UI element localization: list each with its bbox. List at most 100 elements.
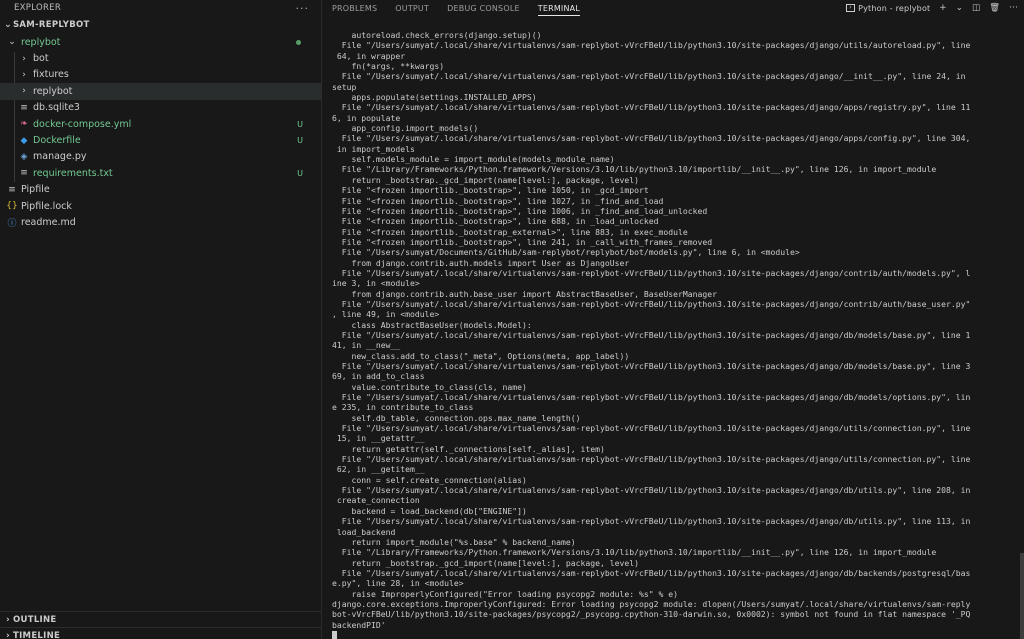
outline-section[interactable]: › OUTLINE: [0, 611, 322, 627]
tree-item-bot[interactable]: › bot: [0, 50, 321, 66]
terminal-line: , line 49, in <module>: [332, 309, 440, 320]
terminal-cursor: [332, 630, 337, 639]
terminal-line: new_class.add_to_class("_meta", Options(…: [332, 350, 630, 361]
tab-label: DEBUG CONSOLE: [447, 3, 520, 13]
terminal-line: in import_models: [332, 143, 415, 154]
tab-debug-console[interactable]: DEBUG CONSOLE: [447, 0, 520, 16]
file-icon: ≡: [20, 168, 28, 179]
terminal-line: return _bootstrap._gcd_import(name[level…: [332, 557, 639, 568]
tree-item-label: readme.md: [21, 216, 76, 228]
terminal-line: self.models_module = import_module(model…: [332, 154, 615, 165]
terminal-line: 64, in wrapper: [332, 50, 406, 61]
tree-item-label: db.sqlite3: [33, 102, 80, 114]
terminal-line: File "/Users/sumyat/.local/share/virtual…: [332, 71, 966, 82]
workspace-root[interactable]: ⌄ SAM-REPLYBOT: [0, 16, 321, 34]
tree-item-replybot[interactable]: › replybot: [0, 83, 321, 100]
tree-item-readme-md[interactable]: ⓘ readme.md: [0, 214, 321, 230]
tab-label: OUTPUT: [395, 3, 430, 13]
chevron-right-icon: ›: [5, 614, 10, 625]
terminal-line: File "/Users/sumyat/.local/share/virtual…: [332, 267, 971, 278]
terminal-line: load_backend: [332, 526, 396, 537]
terminal-line: ine 3, in <module>: [332, 278, 420, 289]
tree-item-pipfile[interactable]: ≡ Pipfile: [0, 182, 321, 198]
terminal-line: File "/Users/sumyat/.local/share/virtual…: [332, 567, 971, 578]
terminal-line: File "/Users/sumyat/.local/share/virtual…: [332, 102, 971, 113]
terminal-line: fn(*args, **kwargs): [332, 61, 445, 72]
terminal-line: value.contribute_to_class(cls, name): [332, 381, 527, 392]
chevron-right-icon: ›: [22, 69, 26, 80]
terminal-line: File "/Users/sumyat/.local/share/virtual…: [332, 516, 971, 527]
terminal-line: File "/Library/Frameworks/Python.framewo…: [332, 547, 937, 558]
terminal-line: e 235, in contribute_to_class: [332, 402, 474, 413]
terminal-line: apps.populate(settings.INSTALLED_APPS): [332, 92, 537, 103]
terminal-selector[interactable]: › Python - replybot: [846, 4, 930, 13]
terminal-line: File "/Users/sumyat/.local/share/virtual…: [332, 298, 971, 309]
tree-item-requirements-txt[interactable]: ≡ requirements.txt U: [0, 165, 321, 181]
untracked-badge: U: [297, 119, 303, 129]
terminal-line: app_config.import_models(): [332, 123, 479, 134]
terminal-prompt-line: [332, 630, 1016, 639]
timeline-label: TIMELINE: [13, 630, 61, 639]
terminal-name: Python - replybot: [858, 3, 931, 13]
tab-label: TERMINAL: [537, 3, 581, 13]
tree-item-manage-py[interactable]: ◈ manage.py: [0, 149, 321, 165]
tab-terminal[interactable]: TERMINAL: [537, 0, 581, 16]
terminal-line: create_connection: [332, 495, 420, 506]
tree-item-replybot[interactable]: ⌄ replybot: [0, 34, 321, 50]
terminal-icon: ›: [846, 4, 856, 12]
file-icon: ❧: [20, 119, 28, 130]
terminal-line: return import_module("%s.base" % backend…: [332, 536, 576, 547]
terminal-line: File "<frozen importlib._bootstrap>", li…: [332, 195, 664, 206]
terminal-output[interactable]: autoreload.check_errors(django.setup)() …: [332, 30, 1016, 639]
terminal-line: File "<frozen importlib._bootstrap>", li…: [332, 236, 713, 247]
chevron-down-icon: ⌄: [8, 37, 16, 48]
terminal-line: File "<frozen importlib._bootstrap>", li…: [332, 185, 649, 196]
tree-item-pipfile-lock[interactable]: {} Pipfile.lock: [0, 198, 321, 214]
tree-item-label: fixtures: [33, 69, 69, 81]
tab-output[interactable]: OUTPUT: [395, 0, 429, 16]
terminal-line: self.db_table, connection.ops.max_name_l…: [332, 412, 581, 423]
terminal-line: backendPID': [332, 619, 386, 630]
tree-item-dockerfile[interactable]: ◆ Dockerfile U: [0, 132, 321, 148]
terminal-line: from django.contrib.auth.base_user impor…: [332, 288, 717, 299]
file-icon: ≡: [8, 184, 16, 195]
tree-item-label: requirements.txt: [33, 167, 113, 179]
chevron-right-icon: ›: [22, 86, 26, 97]
chevron-right-icon: ›: [5, 630, 10, 639]
file-icon: ⓘ: [7, 218, 17, 229]
chevron-right-icon: ›: [22, 53, 26, 64]
new-terminal-icon[interactable]: +: [939, 3, 946, 13]
terminal-line: setup: [332, 81, 357, 92]
untracked-badge: U: [297, 168, 303, 178]
file-icon: ◆: [20, 135, 28, 146]
terminal-line: File "/Users/sumyat/.local/share/virtual…: [332, 329, 971, 340]
tree-item-db-sqlite3[interactable]: ≡ db.sqlite3: [0, 100, 321, 116]
more-actions-icon[interactable]: ···: [1009, 3, 1018, 13]
explorer-title: EXPLORER: [14, 3, 62, 13]
terminal-line: File "/Users/sumyat/.local/share/virtual…: [332, 392, 971, 403]
chevron-down-icon: ⌄: [4, 20, 12, 30]
timeline-section[interactable]: › TIMELINE: [0, 627, 322, 639]
chevron-down-icon[interactable]: ⌄: [956, 3, 963, 13]
terminal-line: File "<frozen importlib._bootstrap>", li…: [332, 205, 708, 216]
more-actions-icon[interactable]: ···: [296, 2, 310, 15]
terminal-line: File "/Users/sumyat/.local/share/virtual…: [332, 361, 971, 371]
terminal-line: File "/Library/Frameworks/Python.framewo…: [332, 164, 937, 175]
panel-tabbar: PROBLEMS OUTPUT DEBUG CONSOLE TERMINAL ›…: [323, 0, 1024, 16]
tab-problems[interactable]: PROBLEMS: [332, 0, 377, 16]
file-icon: {}: [6, 201, 18, 212]
terminal-line: return _bootstrap._gcd_import(name[level…: [332, 174, 639, 185]
tree-item-label: manage.py: [33, 151, 87, 163]
terminal-line: class AbstractBaseUser(models.Model):: [332, 319, 532, 330]
untracked-badge: U: [297, 136, 303, 146]
terminal-line: backend = load_backend(db["ENGINE"]): [332, 505, 527, 516]
terminal-scrollbar[interactable]: [1020, 553, 1024, 639]
terminal-panel: PROBLEMS OUTPUT DEBUG CONSOLE TERMINAL ›…: [323, 0, 1024, 639]
split-terminal-icon[interactable]: ◫: [972, 3, 980, 13]
trash-icon[interactable]: 🗑: [989, 3, 1000, 13]
file-tree: ⌄ replybot › bot › fixtures › replybot ≡ db.sqlit…: [0, 34, 321, 231]
terminal-line: bot-vVrcFBeU/lib/python3.10/site-package…: [332, 609, 971, 620]
terminal-line: File "/Users/sumyat/.local/share/virtual…: [332, 485, 971, 496]
tree-item-fixtures[interactable]: › fixtures: [0, 67, 321, 83]
tree-item-docker-compose-yml[interactable]: ❧ docker-compose.yml U: [0, 116, 321, 132]
